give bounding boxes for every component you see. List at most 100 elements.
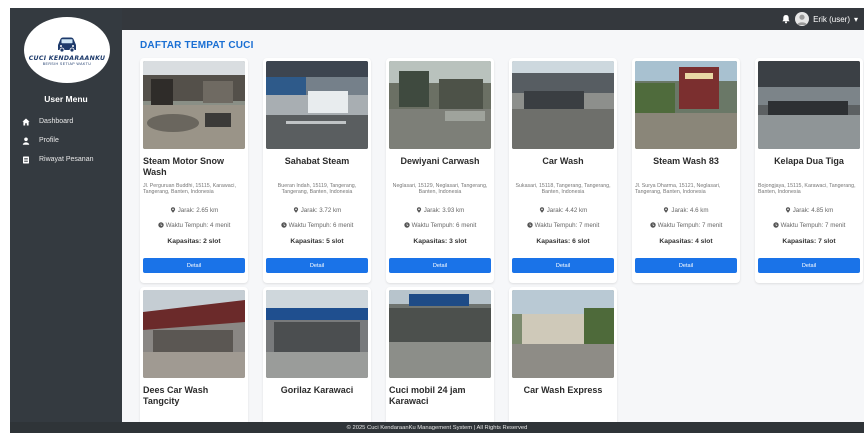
carwash-address: Neglasari, 15129, Neglasari, Tangerang, … [392, 183, 488, 196]
sidebar-item-profile[interactable]: Profile [10, 131, 122, 150]
top-navbar: Erik (user) ▾ [10, 8, 864, 30]
carwash-name: Steam Wash 83 [653, 156, 719, 166]
brand-tagline: BERSIH SETIAP WAKTU [42, 62, 92, 66]
carwash-name: Cuci mobil 24 jam Karawaci [389, 385, 466, 406]
carwash-photo [266, 61, 368, 149]
carwash-name: Car Wash [542, 156, 584, 166]
map-pin-icon [170, 207, 175, 213]
carwash-travel-time: Waktu Tempuh: 7 menit [755, 222, 863, 229]
sidebar: CUCI KENDARAANKU BERSIH SETIAP WAKTU Use… [10, 8, 122, 433]
sidebar-item-dashboard[interactable]: Dashboard [10, 112, 122, 131]
carwash-photo [143, 290, 245, 378]
detail-button[interactable]: Detail [512, 258, 614, 273]
user-name[interactable]: Erik (user) [813, 15, 850, 24]
carwash-travel-time: Waktu Tempuh: 7 menit [509, 222, 617, 229]
detail-button[interactable]: Detail [635, 258, 737, 273]
carwash-card: Gorilaz Karawaci [263, 287, 371, 422]
clock-icon [403, 222, 410, 228]
carwash-address: Bojongjaya, 15115, Karawaci, Tangerang, … [758, 183, 856, 196]
user-menu-button[interactable]: Erik (user) ▾ [781, 11, 858, 27]
brand-logo[interactable]: CUCI KENDARAANKU BERSIH SETIAP WAKTU [24, 17, 110, 83]
list-icon [22, 156, 30, 164]
clock-icon [649, 222, 656, 228]
page-title: DAFTAR TEMPAT CUCI [140, 40, 254, 51]
carwash-card: Steam Wash 83 Jl. Surya Dharma, 15121, N… [632, 58, 740, 283]
carwash-name: Steam Motor Snow Wash [143, 156, 225, 177]
bell-icon[interactable] [781, 14, 791, 24]
clock-icon [772, 222, 779, 228]
carwash-address: Sukasari, 15118, Tangerang, Tangerang, B… [515, 183, 611, 196]
carwash-capacity: Kapasitas: 3 slot [413, 238, 467, 245]
detail-button[interactable]: Detail [758, 258, 860, 273]
detail-button[interactable]: Detail [389, 258, 491, 273]
carwash-travel-time: Waktu Tempuh: 6 menit [386, 222, 494, 229]
carwash-photo [512, 290, 614, 378]
app-window: Erik (user) ▾ CUCI KENDARAANKU BERSIH SE… [10, 8, 864, 433]
caret-down-icon[interactable]: ▾ [854, 15, 858, 24]
main-content: DAFTAR TEMPAT CUCI Steam Motor Snow Wash… [122, 30, 864, 422]
carwash-capacity: Kapasitas: 2 slot [167, 238, 221, 245]
carwash-distance: Jarak: 2.65 km [140, 207, 248, 214]
sidebar-item-riwayat-pesanan[interactable]: Riwayat Pesanan [10, 150, 122, 169]
clock-icon [157, 222, 164, 228]
carwash-name: Gorilaz Karawaci [280, 385, 354, 395]
carwash-travel-time: Waktu Tempuh: 7 menit [632, 222, 740, 229]
carwash-address: Bueran Indah, 15119, Tangerang, Tangeran… [277, 183, 357, 196]
sidebar-item-label: Profile [39, 137, 59, 144]
carwash-travel-time: Waktu Tempuh: 6 menit [263, 222, 371, 229]
carwash-capacity: Kapasitas: 6 slot [536, 238, 590, 245]
map-pin-icon [416, 207, 421, 213]
carwash-distance: Jarak: 4.85 km [755, 207, 863, 214]
carwash-name: Car Wash Express [523, 385, 603, 395]
carwash-name: Sahabat Steam [284, 156, 350, 166]
avatar[interactable] [795, 12, 810, 26]
carwash-capacity: Kapasitas: 4 slot [659, 238, 713, 245]
carwash-photo [389, 61, 491, 149]
clock-icon [280, 222, 287, 228]
carwash-card: Cuci mobil 24 jam Karawaci [386, 287, 494, 422]
carwash-card: Car Wash Express [509, 287, 617, 422]
user-icon [22, 137, 30, 145]
carwash-card: Steam Motor Snow Wash Jl. Perguruan Budd… [140, 58, 248, 283]
carwash-address: Jl. Surya Dharma, 15121, Neglasari, Tang… [635, 183, 721, 196]
home-icon [22, 118, 30, 126]
carwash-photo [389, 290, 491, 378]
carwash-photo [512, 61, 614, 149]
carwash-name: Dewiyani Carwash [400, 156, 480, 166]
map-pin-icon [785, 207, 790, 213]
sidebar-item-label: Riwayat Pesanan [39, 156, 94, 163]
car-logo-icon [58, 37, 76, 53]
carwash-card: Kelapa Dua Tiga Bojongjaya, 15115, Karaw… [755, 58, 863, 283]
carwash-name: Dees Car Wash Tangcity [143, 385, 209, 406]
carwash-distance: Jarak: 3.93 km [386, 207, 494, 214]
brand-name: CUCI KENDARAANKU [28, 55, 106, 62]
sidebar-nav: Dashboard Profile Riwayat Pesanan [10, 112, 122, 169]
sidebar-heading: User Menu [44, 94, 88, 104]
carwash-card: Car Wash Sukasari, 15118, Tangerang, Tan… [509, 58, 617, 283]
clock-icon [526, 222, 533, 228]
carwash-card: Dewiyani Carwash Neglasari, 15129, Negla… [386, 58, 494, 283]
carwash-photo [635, 61, 737, 149]
carwash-name: Kelapa Dua Tiga [774, 156, 844, 166]
carwash-capacity: Kapasitas: 5 slot [290, 238, 344, 245]
carwash-distance: Jarak: 4.42 km [509, 207, 617, 214]
map-pin-icon [539, 207, 544, 213]
map-pin-icon [293, 207, 298, 213]
carwash-photo [143, 61, 245, 149]
carwash-distance: Jarak: 4.6 km [632, 207, 740, 214]
carwash-card: Dees Car Wash Tangcity [140, 287, 248, 422]
carwash-distance: Jarak: 3.72 km [263, 207, 371, 214]
map-pin-icon [664, 207, 669, 213]
detail-button[interactable]: Detail [266, 258, 368, 273]
footer-text: © 2025 Cuci KendaraanKu Management Syste… [346, 424, 528, 431]
carwash-photo [266, 290, 368, 378]
carwash-capacity: Kapasitas: 7 slot [782, 238, 836, 245]
carwash-address: Jl. Perguruan Buddhi, 15115, Karawaci, T… [143, 183, 236, 196]
carwash-card: Sahabat Steam Bueran Indah, 15119, Tange… [263, 58, 371, 283]
carwash-photo [758, 61, 860, 149]
detail-button[interactable]: Detail [143, 258, 245, 273]
carwash-travel-time: Waktu Tempuh: 4 menit [140, 222, 248, 229]
sidebar-item-label: Dashboard [39, 118, 74, 125]
footer: © 2025 Cuci KendaraanKu Management Syste… [10, 422, 864, 433]
user-avatar-icon [797, 14, 808, 25]
